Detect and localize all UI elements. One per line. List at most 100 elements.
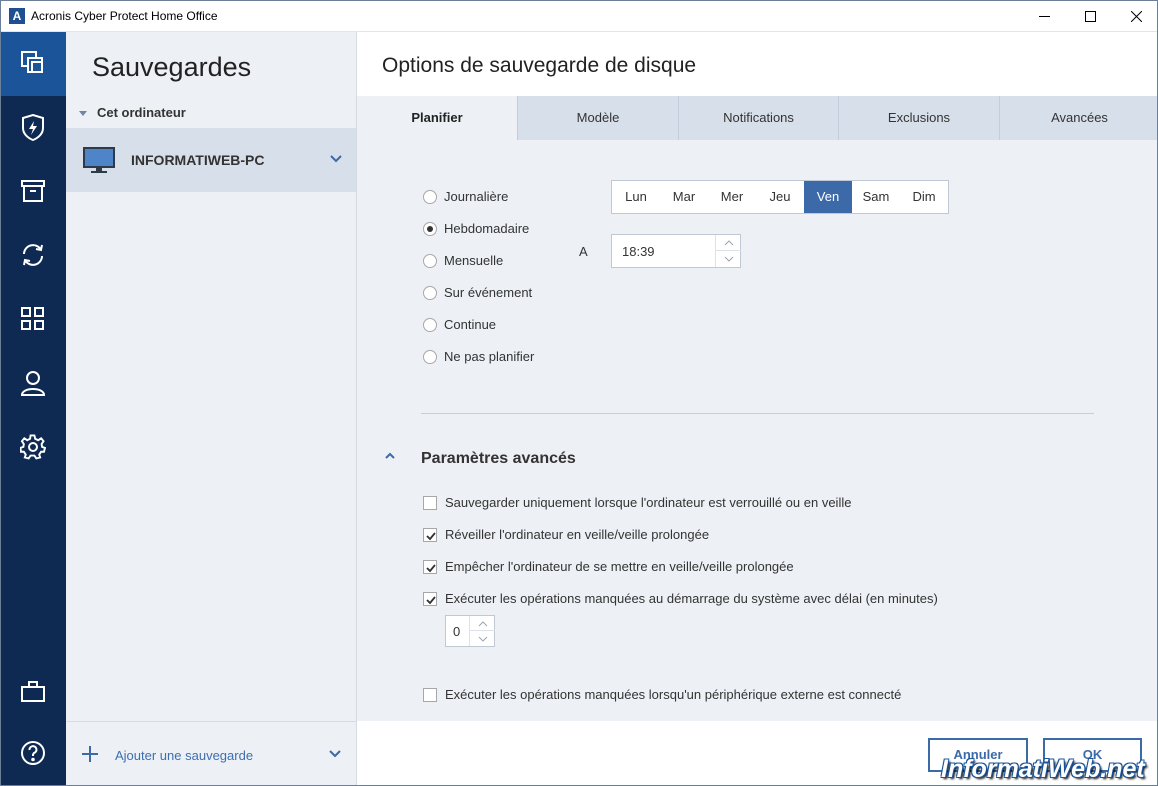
close-icon <box>1131 11 1142 22</box>
checkmark-icon <box>426 532 436 541</box>
maximize-icon <box>1085 11 1096 22</box>
checkbox-label: Exécuter les opérations manquées au déma… <box>445 591 938 606</box>
nav-help[interactable] <box>1 722 66 785</box>
day-tuesday[interactable]: Mar <box>660 181 708 213</box>
options-panel: Options de sauvegarde de disque Planifie… <box>357 32 1157 785</box>
checkmark-icon <box>426 564 436 573</box>
tab-exclusions[interactable]: Exclusions <box>838 96 999 140</box>
add-backup-bar: Ajouter une sauvegarde <box>66 721 356 785</box>
radio-button[interactable] <box>423 190 437 204</box>
section-divider <box>421 413 1094 414</box>
options-title: Options de sauvegarde de disque <box>382 54 697 77</box>
delay-increment-button[interactable] <box>470 616 495 631</box>
chevron-down-icon <box>724 256 734 262</box>
time-input[interactable]: 18:39 <box>611 234 741 268</box>
plus-icon[interactable] <box>81 745 99 763</box>
day-saturday[interactable]: Sam <box>852 181 900 213</box>
nav-store[interactable] <box>1 660 66 724</box>
nav-tools[interactable] <box>1 288 66 352</box>
radio-button[interactable] <box>423 350 437 364</box>
collapse-triangle-icon <box>79 111 87 117</box>
group-label: Cet ordinateur <box>97 105 186 120</box>
app-window: A Acronis Cyber Protect Home Office Sauv… <box>0 0 1158 786</box>
nav-sync[interactable] <box>1 224 66 288</box>
close-button[interactable] <box>1113 1 1157 32</box>
archive-box-icon <box>21 180 45 202</box>
nav-settings[interactable] <box>1 416 66 480</box>
day-selector: Lun Mar Mer Jeu Ven Sam Dim <box>611 180 949 214</box>
day-thursday[interactable]: Jeu <box>756 181 804 213</box>
briefcase-icon <box>21 681 45 702</box>
grid-icon <box>21 307 44 330</box>
checkmark-icon <box>426 596 436 605</box>
delay-value: 0 <box>453 624 461 639</box>
radio-label: Hebdomadaire <box>444 221 530 236</box>
day-monday[interactable]: Lun <box>612 181 660 213</box>
group-header[interactable]: Cet ordinateur <box>79 105 186 120</box>
chevron-down-icon <box>478 636 488 642</box>
checkbox-label: Réveiller l'ordinateur en veille/veille … <box>445 527 710 542</box>
chevron-up-icon <box>478 621 488 627</box>
radio-label: Ne pas planifier <box>444 349 535 364</box>
tab-modele[interactable]: Modèle <box>517 96 678 140</box>
backups-panel: Sauvegardes Cet ordinateur INFORMATIWEB-… <box>66 32 357 785</box>
radio-label: Continue <box>444 317 497 332</box>
chevron-down-icon[interactable] <box>329 750 341 758</box>
minimize-button[interactable] <box>1021 1 1067 32</box>
machine-item[interactable]: INFORMATIWEB-PC <box>66 128 356 192</box>
tab-notifications[interactable]: Notifications <box>678 96 838 140</box>
add-backup-link[interactable]: Ajouter une sauvegarde <box>115 748 253 763</box>
checkbox[interactable] <box>423 560 437 574</box>
tab-avancees[interactable]: Avancées <box>999 96 1157 140</box>
main-navigation <box>1 32 66 785</box>
delay-decrement-button[interactable] <box>470 631 495 646</box>
nav-backups[interactable] <box>1 32 66 96</box>
radio-button[interactable] <box>423 318 437 332</box>
checkbox[interactable] <box>423 592 437 606</box>
checkbox[interactable] <box>423 496 437 510</box>
radio-button[interactable] <box>423 286 437 300</box>
copy-icon <box>21 51 43 73</box>
day-friday[interactable]: Ven <box>804 181 852 213</box>
checkbox[interactable] <box>423 528 437 542</box>
gear-icon <box>20 434 46 460</box>
radio-label: Mensuelle <box>444 253 504 268</box>
time-label: A <box>579 244 588 259</box>
radio-button[interactable] <box>423 222 437 236</box>
radio-button[interactable] <box>423 254 437 268</box>
window-title: Acronis Cyber Protect Home Office <box>31 9 218 23</box>
monitor-icon <box>83 147 115 173</box>
watermark-text: InformatiWeb.net <box>941 755 1145 783</box>
time-increment-button[interactable] <box>716 235 741 251</box>
minimize-icon <box>1039 16 1050 17</box>
delay-spinner <box>469 616 495 646</box>
options-content: Planifier Modèle Notifications Exclusion… <box>357 96 1157 721</box>
time-value: 18:39 <box>622 244 655 259</box>
chevron-down-icon[interactable] <box>330 155 342 163</box>
radio-label: Journalière <box>444 189 509 204</box>
day-wednesday[interactable]: Mer <box>708 181 756 213</box>
checkbox[interactable] <box>423 688 437 702</box>
time-spinner <box>715 235 741 267</box>
machine-name: INFORMATIWEB-PC <box>131 152 265 168</box>
sync-icon <box>23 244 43 266</box>
advanced-settings-title[interactable]: Paramètres avancés <box>421 450 576 468</box>
chevron-up-icon[interactable] <box>385 452 395 459</box>
nav-archive[interactable] <box>1 160 66 224</box>
delay-minutes-input[interactable]: 0 <box>445 615 495 647</box>
chevron-up-icon <box>724 240 734 246</box>
nav-account[interactable] <box>1 352 66 416</box>
checkbox-label: Empêcher l'ordinateur de se mettre en ve… <box>445 559 794 574</box>
time-decrement-button[interactable] <box>716 251 741 267</box>
checkbox-label: Sauvegarder uniquement lorsque l'ordinat… <box>445 495 852 510</box>
title-bar: A Acronis Cyber Protect Home Office <box>1 1 1157 32</box>
options-tabs: Planifier Modèle Notifications Exclusion… <box>357 96 1157 140</box>
backups-title: Sauvegardes <box>92 52 252 82</box>
day-sunday[interactable]: Dim <box>900 181 948 213</box>
maximize-button[interactable] <box>1067 1 1113 32</box>
nav-protection[interactable] <box>1 96 66 160</box>
tab-planifier[interactable]: Planifier <box>357 96 517 140</box>
radio-label: Sur événement <box>444 285 533 300</box>
shield-bolt-icon <box>22 114 44 142</box>
help-icon <box>21 741 45 765</box>
